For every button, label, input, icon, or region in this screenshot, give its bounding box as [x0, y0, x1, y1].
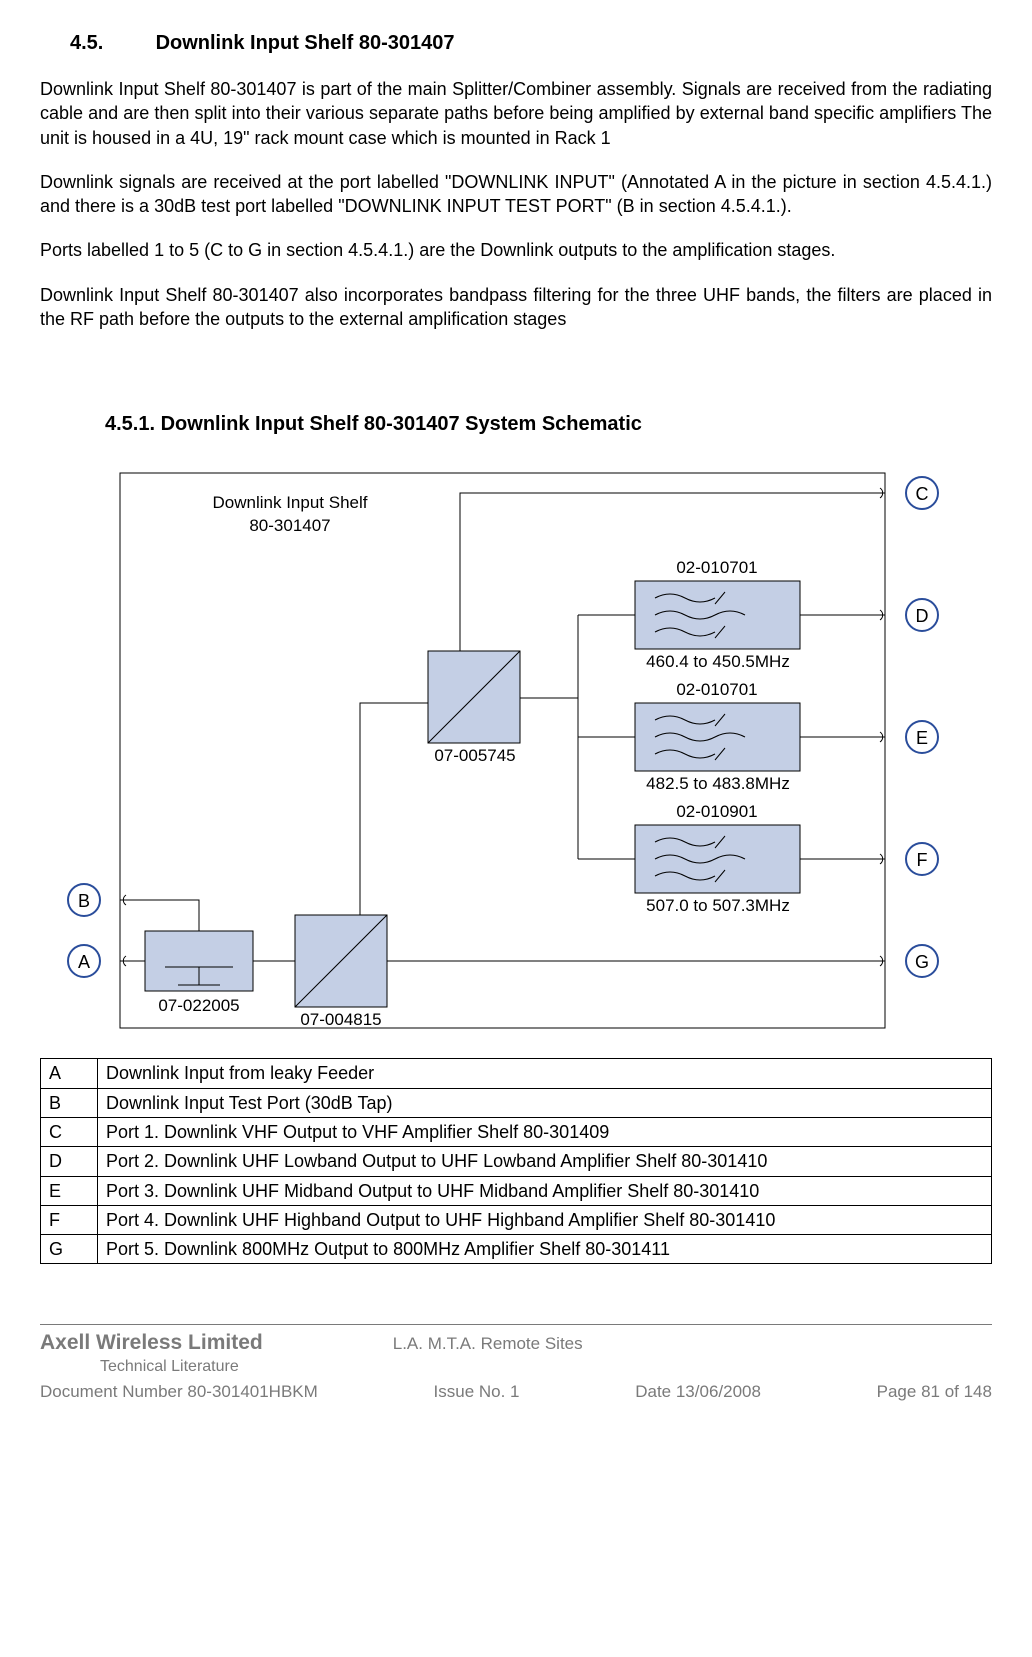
table-row: BDownlink Input Test Port (30dB Tap)	[41, 1088, 992, 1117]
filter-band: 507.0 to 507.3MHz	[646, 896, 790, 915]
page-footer: Axell Wireless Limited L.A. M.T.A. Remot…	[40, 1324, 992, 1404]
body-paragraph: Downlink signals are received at the por…	[40, 170, 992, 219]
body-paragraph: Downlink Input Shelf 80-301407 also inco…	[40, 283, 992, 332]
filter-band: 460.4 to 450.5MHz	[646, 652, 790, 671]
system-schematic: Downlink Input Shelf 80-301407 07-022005…	[60, 463, 972, 1033]
section-heading: 4.5. Downlink Input Shelf 80-301407	[40, 30, 992, 57]
svg-text:D: D	[916, 606, 929, 626]
section-number: 4.5.	[70, 30, 150, 57]
body-paragraph: Downlink Input Shelf 80-301407 is part o…	[40, 77, 992, 150]
callout-B: B	[68, 884, 100, 916]
callout-A: A	[68, 945, 100, 977]
svg-text:A: A	[78, 952, 90, 972]
callout-E: E	[906, 721, 938, 753]
footer-subtitle: Technical Literature	[40, 1356, 992, 1378]
table-row: ADownlink Input from leaky Feeder	[41, 1059, 992, 1088]
svg-text:C: C	[916, 484, 929, 504]
callout-G: G	[906, 945, 938, 977]
block-label: 07-005745	[434, 746, 515, 765]
table-row: DPort 2. Downlink UHF Lowband Output to …	[41, 1147, 992, 1176]
footer-company: Axell Wireless Limited	[40, 1329, 263, 1357]
callout-F: F	[906, 843, 938, 875]
svg-text:G: G	[915, 952, 929, 972]
table-row: GPort 5. Downlink 800MHz Output to 800MH…	[41, 1235, 992, 1264]
block-label: 07-004815	[300, 1010, 381, 1029]
table-row: FPort 4. Downlink UHF Highband Output to…	[41, 1205, 992, 1234]
schematic-svg: Downlink Input Shelf 80-301407 07-022005…	[60, 463, 972, 1033]
table-row: EPort 3. Downlink UHF Midband Output to …	[41, 1176, 992, 1205]
footer-issue: Issue No. 1	[434, 1381, 520, 1404]
filter-band: 482.5 to 483.8MHz	[646, 774, 790, 793]
filter-part: 02-010701	[676, 680, 757, 699]
body-paragraph: Ports labelled 1 to 5 (C to G in section…	[40, 238, 992, 262]
footer-page: Page 81 of 148	[877, 1381, 992, 1404]
section-title: Downlink Input Shelf 80-301407	[156, 32, 455, 54]
callout-D: D	[906, 599, 938, 631]
subsection-heading: 4.5.1. Downlink Input Shelf 80-301407 Sy…	[40, 411, 992, 438]
legend-table: ADownlink Input from leaky Feeder BDownl…	[40, 1058, 992, 1264]
footer-date: Date 13/06/2008	[635, 1381, 761, 1404]
footer-docnum: Document Number 80-301401HBKM	[40, 1381, 318, 1404]
table-row: CPort 1. Downlink VHF Output to VHF Ampl…	[41, 1117, 992, 1146]
svg-text:E: E	[916, 728, 928, 748]
filter-part: 02-010901	[676, 802, 757, 821]
block-label: 07-022005	[158, 996, 239, 1015]
callout-C: C	[906, 477, 938, 509]
schematic-title: Downlink Input Shelf	[213, 493, 368, 512]
footer-project: L.A. M.T.A. Remote Sites	[393, 1333, 583, 1356]
svg-text:B: B	[78, 891, 90, 911]
filter-part: 02-010701	[676, 558, 757, 577]
svg-text:F: F	[917, 850, 928, 870]
schematic-subtitle: 80-301407	[249, 516, 330, 535]
